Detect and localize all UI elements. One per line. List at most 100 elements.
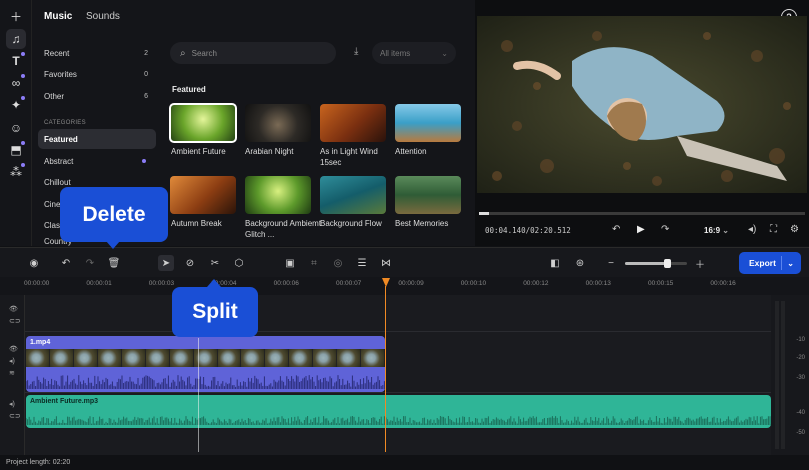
delete-icon[interactable]: 🗑 <box>106 255 122 271</box>
apps-icon[interactable]: ⁂ <box>6 162 26 182</box>
adjust-icon[interactable]: ⬒ <box>6 140 26 160</box>
film-frame <box>97 349 122 367</box>
audio-wave-icon[interactable]: ≋ <box>9 369 15 377</box>
sidebar-item-other[interactable]: Other 6 <box>38 86 156 106</box>
text-icon[interactable]: T <box>6 51 26 71</box>
sidebar-item-recent[interactable]: Recent 2 <box>38 43 156 63</box>
sidebar-item-favorites[interactable]: Favorites 0 <box>38 64 156 84</box>
caption-icon[interactable]: ▣ <box>282 255 298 271</box>
ruler-tick: 00:00:16 <box>710 280 736 287</box>
eye-icon[interactable]: 👁 <box>9 305 18 313</box>
sidebar-item-abstract[interactable]: Abstract <box>38 151 156 171</box>
timeline-toolbar: ◉ ↶ ↷ 🗑 ➤ ⊘ ✂ ⬡ ▣ ⌗ ◎ ☰ ⋈ ◧ ⊛ − ＋ Export… <box>0 247 809 277</box>
search-input[interactable]: ⌕ Search <box>170 42 336 64</box>
playhead[interactable] <box>385 286 386 452</box>
filter-dropdown[interactable]: All items ⌄ <box>372 42 456 64</box>
scrub-progress <box>479 212 489 215</box>
zoom-slider[interactable] <box>625 259 687 268</box>
zoom-in-icon[interactable]: ＋ <box>692 255 708 271</box>
fullscreen-icon[interactable]: ⛶ <box>770 224 777 235</box>
film-frame <box>241 349 266 367</box>
count-badge: 2 <box>144 49 148 57</box>
aspect-ratio-select[interactable]: 16:9 ⌄ <box>704 226 729 235</box>
track-thumb[interactable] <box>320 176 386 214</box>
playhead-handle[interactable] <box>382 278 390 287</box>
plus-icon[interactable]: ＋ <box>6 6 26 26</box>
track-thumb[interactable] <box>170 176 236 214</box>
tab-music[interactable]: Music <box>44 11 72 22</box>
export-button[interactable]: Export ⌄ <box>739 252 801 274</box>
track-thumb[interactable] <box>320 104 386 142</box>
music-icon[interactable]: ♫ <box>6 29 26 49</box>
track-thumb[interactable] <box>395 104 461 142</box>
audio-detach-icon[interactable]: ◧ <box>547 255 563 271</box>
crop-icon[interactable]: ⌗ <box>306 255 322 271</box>
audio-clip[interactable]: Ambient Future.mp3 <box>26 395 771 428</box>
ruler-tick: 00:00:00 <box>24 280 50 287</box>
mute-icon[interactable]: ◂) <box>9 357 15 365</box>
video-clip[interactable]: 1.mp4 <box>26 336 385 392</box>
film-frame <box>49 349 74 367</box>
track-label: Background Flow <box>320 219 382 228</box>
speed-icon[interactable]: ◎ <box>330 255 346 271</box>
categories-heading: CATEGORIES <box>44 120 86 126</box>
waveform-path <box>26 375 385 389</box>
time-ruler[interactable]: 00:00:00 00:00:01 00:00:03 00:00:04 00:00:06… <box>0 277 809 295</box>
track-label: Best Memories <box>395 219 449 228</box>
sticker-icon[interactable]: ☺ <box>6 118 26 138</box>
clip-name: 1.mp4 <box>30 339 51 346</box>
sidebar-item-featured[interactable]: Featured <box>38 129 156 149</box>
film-frame <box>73 349 98 367</box>
redo-step-icon[interactable]: ↷ <box>661 224 669 235</box>
ruler-tick: 00:00:10 <box>460 280 487 287</box>
disable-icon[interactable]: ⊘ <box>182 255 198 271</box>
film-frame <box>145 349 170 367</box>
film-frame <box>121 349 146 367</box>
zoom-handle[interactable] <box>664 259 672 268</box>
record-icon[interactable]: ◉ <box>26 255 42 271</box>
track-thumb[interactable] <box>245 104 311 142</box>
link-icon[interactable]: ⊂⊃ <box>9 317 21 325</box>
mute-icon[interactable]: ◂) <box>9 400 15 408</box>
marker-icon[interactable]: ⬡ <box>231 255 247 271</box>
tab-sounds[interactable]: Sounds <box>86 11 120 22</box>
scrub-bar[interactable] <box>479 212 805 215</box>
effects-icon[interactable]: ✦ <box>6 95 26 115</box>
project-length: Project length: 02:20 <box>0 456 809 470</box>
undo-icon[interactable]: ↶ <box>58 255 74 271</box>
track-label: Arabian Night <box>245 147 294 156</box>
film-frame <box>169 349 194 367</box>
track-thumb[interactable] <box>245 176 311 214</box>
aspect-label: 16:9 <box>704 226 721 235</box>
track-headers: 👁 ⊂⊃ 👁 ◂) ≋ ◂) ⊂⊃ <box>0 295 25 455</box>
play-icon[interactable]: ▶ <box>637 224 645 235</box>
settings-gear-icon[interactable]: ⚙ <box>790 224 799 235</box>
volume-icon[interactable]: ◂) <box>748 224 756 235</box>
hover-cursor-line <box>198 338 199 452</box>
split-scissors-icon[interactable]: ✂ <box>207 255 223 271</box>
timecode: 00:04.140/02:20.512 <box>485 226 571 235</box>
chevron-down-icon[interactable]: ⌄ <box>787 259 794 268</box>
filter-label: All items <box>380 48 411 58</box>
select-pointer-icon[interactable]: ➤ <box>158 255 174 271</box>
video-filmstrip <box>26 349 385 367</box>
transition-bowtie-icon[interactable]: ⋈ <box>378 255 394 271</box>
count-badge: 6 <box>144 92 148 100</box>
import-icon[interactable]: ⤓ <box>354 46 358 57</box>
transition-icon[interactable]: ∞ <box>6 73 26 93</box>
film-frame <box>26 349 50 367</box>
link-icon[interactable]: ⊂⊃ <box>9 412 21 420</box>
video-preview[interactable] <box>477 16 807 193</box>
ruler-tick: 00:00:13 <box>585 280 611 287</box>
magnet-icon[interactable]: ⊛ <box>572 255 588 271</box>
track-thumb[interactable] <box>395 176 461 214</box>
zoom-fill <box>625 262 668 265</box>
eye-icon[interactable]: 👁 <box>9 345 18 353</box>
ruler-tick: 00:00:01 <box>86 280 112 287</box>
undo-step-icon[interactable]: ↶ <box>612 224 620 235</box>
track-thumb[interactable] <box>169 103 237 143</box>
zoom-out-icon[interactable]: − <box>603 255 619 271</box>
db-label: -40 <box>796 410 805 416</box>
redo-icon[interactable]: ↷ <box>82 255 98 271</box>
adjust-sliders-icon[interactable]: ☰ <box>354 255 370 271</box>
